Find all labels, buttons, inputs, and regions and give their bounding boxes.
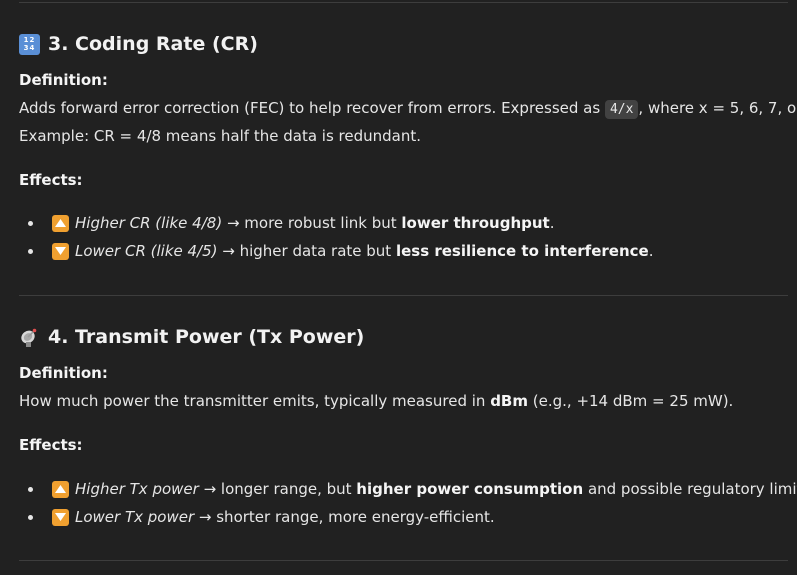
- inline-code: 4/x: [604, 100, 639, 119]
- document-page: 12 34 3. Coding Rate (CR) Definition: Add…: [0, 0, 797, 575]
- up-button-icon: [52, 214, 69, 232]
- input-numbers-icon: 12 34: [19, 33, 40, 55]
- bullet-italic: Higher Tx power: [75, 480, 199, 498]
- bullet-icon: [28, 220, 33, 226]
- divider-top: [19, 2, 788, 3]
- section3-title: 3. Coding Rate (CR): [48, 33, 258, 55]
- section3-definition-line2: Example: CR = 4/8 means half the data is…: [19, 127, 422, 145]
- bullet-text: → more robust link but: [222, 214, 402, 232]
- bullet-italic: Higher CR (like 4/8): [75, 214, 223, 232]
- bullet-text: → longer range, but: [198, 480, 357, 498]
- section4-definition-label: Definition:: [19, 364, 108, 382]
- section4-definition-line: How much power the transmitter emits, ty…: [19, 392, 733, 410]
- bullet-end: and possible regulatory limits.: [583, 480, 797, 498]
- bullet-italic: Lower Tx power: [75, 508, 195, 526]
- section3-heading: 12 34 3. Coding Rate (CR): [19, 33, 258, 55]
- bullet-icon: [28, 248, 33, 254]
- bullet-italic: Lower CR (like 4/5): [75, 242, 218, 260]
- list-item: Higher CR (like 4/8) → more robust link …: [28, 214, 555, 232]
- def-bold: dBm: [490, 392, 528, 410]
- bullet-bold: less resilience to interference: [395, 242, 649, 260]
- bullet-bold: lower throughput: [401, 214, 550, 232]
- bullet-end: .: [549, 214, 555, 232]
- bullet-text: → higher data rate but: [217, 242, 396, 260]
- bullet-bold: higher power consumption: [356, 480, 584, 498]
- list-item: Lower CR (like 4/5) → higher data rate b…: [28, 242, 653, 260]
- section3-definition-line1: Adds forward error correction (FEC) to h…: [19, 99, 797, 119]
- def-text-after: , where x = 5, 6, 7, or 8.: [638, 99, 797, 117]
- bullet-icon: [28, 514, 33, 520]
- section4-heading: 4. Transmit Power (Tx Power): [19, 326, 364, 348]
- section4-effects-label: Effects:: [19, 436, 83, 454]
- divider-bottom: [19, 560, 788, 561]
- section3-effects-label: Effects:: [19, 171, 83, 189]
- bullet-icon: [28, 486, 33, 492]
- def-text: How much power the transmitter emits, ty…: [19, 392, 491, 410]
- down-button-icon: [52, 242, 69, 260]
- def-text: Adds forward error correction (FEC) to h…: [19, 99, 605, 117]
- list-item: Lower Tx power → shorter range, more ene…: [28, 508, 495, 526]
- section4-title: 4. Transmit Power (Tx Power): [48, 326, 365, 348]
- section3-definition-label: Definition:: [19, 71, 108, 89]
- list-item: Higher Tx power → longer range, but high…: [28, 480, 797, 498]
- up-button-icon: [52, 480, 69, 498]
- down-button-icon: [52, 508, 69, 526]
- divider-middle: [19, 295, 788, 296]
- bullet-end: .: [648, 242, 654, 260]
- def-text-after: (e.g., +14 dBm = 25 mW).: [528, 392, 734, 410]
- satellite-antenna-icon: [19, 327, 40, 348]
- bullet-text: → shorter range, more energy-efficient.: [194, 508, 495, 526]
